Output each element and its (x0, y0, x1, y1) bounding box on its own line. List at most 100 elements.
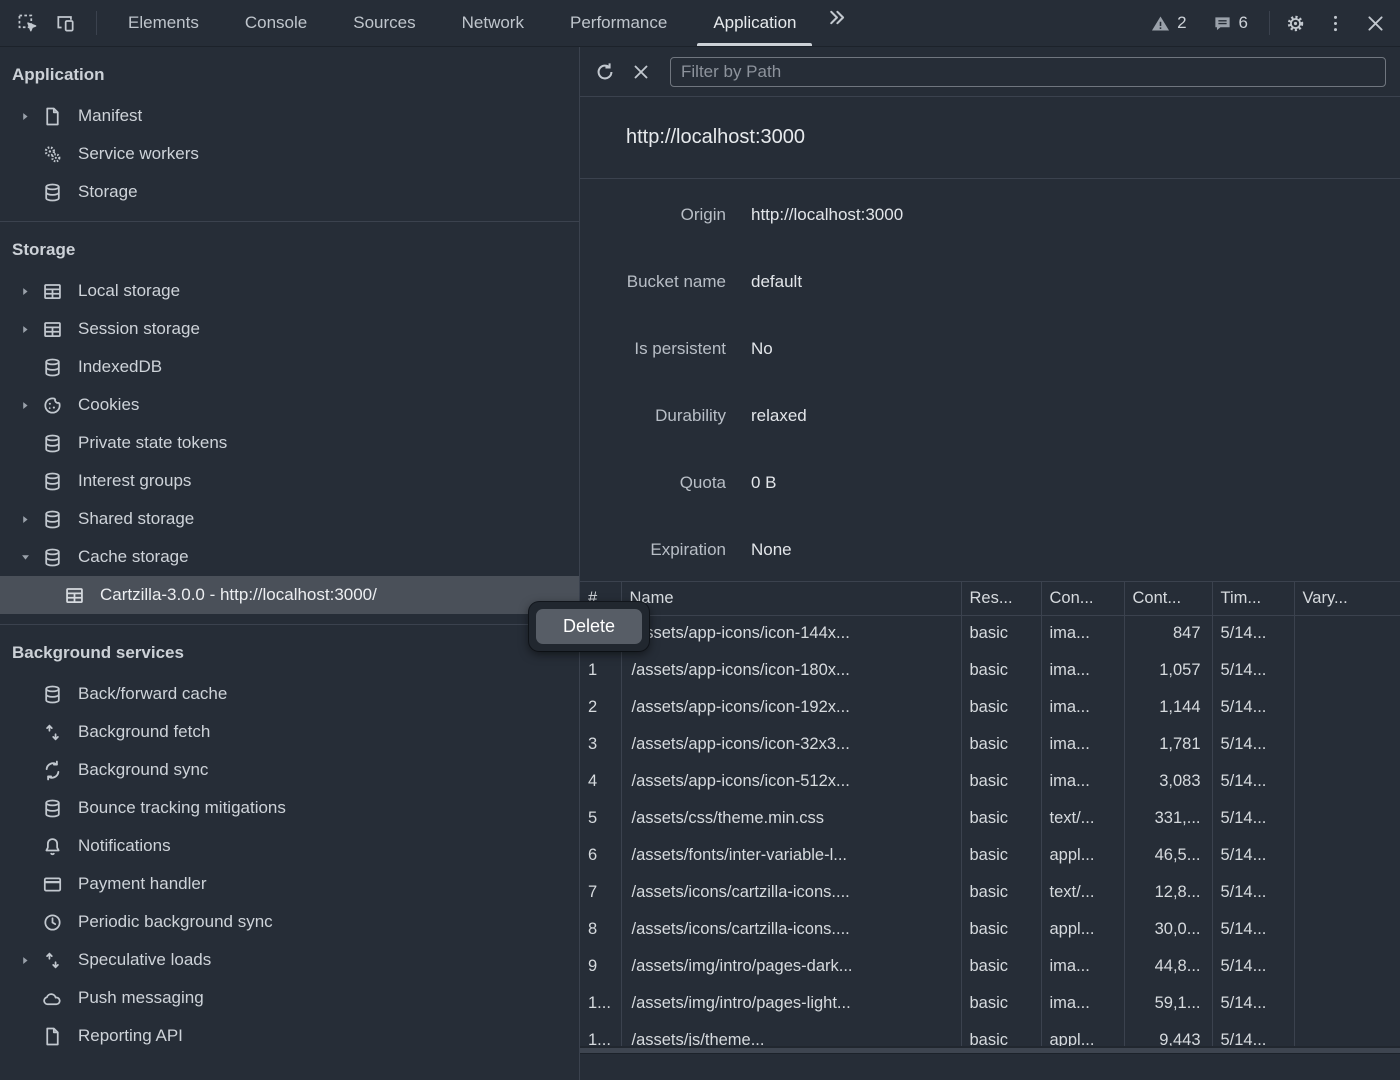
chevron-right-icon[interactable] (20, 310, 42, 348)
cell-num: 3 (580, 726, 621, 763)
chevron-right-icon[interactable] (20, 500, 42, 538)
sidebar-item-service-workers[interactable]: Service workers (0, 135, 579, 173)
cache-entry-row[interactable]: 1/assets/app-icons/icon-180x...basicima.… (580, 652, 1400, 689)
sidebar-item-label: Reporting API (78, 1026, 183, 1046)
cache-entry-row[interactable]: 7/assets/icons/cartzilla-icons....basict… (580, 874, 1400, 911)
cache-entry-row[interactable]: 9/assets/img/intro/pages-dark...basicima… (580, 948, 1400, 985)
column-header-cont[interactable]: Cont... (1124, 582, 1212, 615)
origin-title: http://localhost:3000 (580, 126, 805, 149)
cell-name: /assets/js/theme... (621, 1022, 961, 1046)
sidebar-item-storage[interactable]: Storage (0, 173, 579, 211)
cache-entry-row[interactable]: 4/assets/app-icons/icon-512x...basicima.… (580, 763, 1400, 800)
clock-icon (42, 912, 63, 933)
sidebar-item-periodic-background-sync[interactable]: Periodic background sync (0, 903, 579, 941)
sidebar-item-speculative-loads[interactable]: Speculative loads (0, 941, 579, 979)
cache-entry-row[interactable]: 1.../assets/js/theme...basicappl...9,443… (580, 1022, 1400, 1046)
sidebar-item-background-sync[interactable]: Background sync (0, 751, 579, 789)
sidebar-item-cartzilla-3-0-0-http-localhost-3000[interactable]: Cartzilla-3.0.0 - http://localhost:3000/ (0, 576, 579, 614)
cell-time: 5/14... (1212, 911, 1294, 948)
inspect-element-button[interactable] (10, 6, 44, 40)
arrow-spacer (20, 751, 42, 789)
column-header-res[interactable]: Res... (961, 582, 1041, 615)
meta-label: Quota (580, 473, 726, 493)
cell-num: 1 (580, 652, 621, 689)
cache-entry-row[interactable]: 5/assets/css/theme.min.cssbasictext/...3… (580, 800, 1400, 837)
chevron-down-icon[interactable] (20, 538, 42, 576)
sidebar-item-payment-handler[interactable]: Payment handler (0, 865, 579, 903)
sidebar-item-local-storage[interactable]: Local storage (0, 272, 579, 310)
refresh-caches-button[interactable] (588, 55, 622, 89)
meta-label: Is persistent (580, 339, 726, 359)
sidebar-item-bounce-tracking-mitigations[interactable]: Bounce tracking mitigations (0, 789, 579, 827)
filter-by-path-input[interactable] (670, 57, 1386, 87)
sidebar-item-label: Local storage (78, 281, 180, 301)
column-header-vary[interactable]: Vary... (1294, 582, 1400, 615)
cache-entry-row[interactable]: 1.../assets/img/intro/pages-light...basi… (580, 985, 1400, 1022)
tab-sources[interactable]: Sources (330, 0, 438, 46)
cell-name: /assets/app-icons/icon-512x... (621, 763, 961, 800)
sidebar-item-reporting-api[interactable]: Reporting API (0, 1017, 579, 1055)
tab-elements[interactable]: Elements (105, 0, 222, 46)
tab-performance[interactable]: Performance (547, 0, 690, 46)
meta-label: Origin (580, 205, 726, 225)
sidebar-item-back-forward-cache[interactable]: Back/forward cache (0, 675, 579, 713)
more-tabs-button[interactable] (819, 0, 853, 34)
meta-value: default (751, 272, 802, 292)
sidebar-item-shared-storage[interactable]: Shared storage (0, 500, 579, 538)
sidebar-item-private-state-tokens[interactable]: Private state tokens (0, 424, 579, 462)
refresh-icon (594, 61, 616, 83)
column-header-name[interactable]: Name (621, 582, 961, 615)
sidebar-item-interest-groups[interactable]: Interest groups (0, 462, 579, 500)
sidebar-item-label: Bounce tracking mitigations (78, 798, 286, 818)
sidebar-item-push-messaging[interactable]: Push messaging (0, 979, 579, 1017)
warnings-badge[interactable]: 2 (1151, 13, 1186, 33)
sidebar-item-cookies[interactable]: Cookies (0, 386, 579, 424)
chevron-right-icon[interactable] (20, 97, 42, 135)
meta-row-origin: Originhttp://localhost:3000 (580, 181, 1400, 248)
cache-entry-row[interactable]: 6/assets/fonts/inter-variable-l...basica… (580, 837, 1400, 874)
cache-entry-row[interactable]: 8/assets/icons/cartzilla-icons....basica… (580, 911, 1400, 948)
cache-entry-row[interactable]: 0/assets/app-icons/icon-144x...basicima.… (580, 615, 1400, 652)
chevron-right-icon[interactable] (20, 272, 42, 310)
cell-name: /assets/app-icons/icon-144x... (621, 615, 961, 652)
cell-name: /assets/icons/cartzilla-icons.... (621, 874, 961, 911)
cell-con: ima... (1041, 615, 1124, 652)
delete-selected-button[interactable] (624, 55, 658, 89)
context-menu: Delete (529, 602, 649, 651)
customize-devtools-button[interactable] (1318, 6, 1352, 40)
column-header-con[interactable]: Con... (1041, 582, 1124, 615)
meta-row-is-persistent: Is persistentNo (580, 315, 1400, 382)
sidebar-item-indexeddb[interactable]: IndexedDB (0, 348, 579, 386)
cell-len: 1,057 (1124, 652, 1212, 689)
cell-res: basic (961, 911, 1041, 948)
close-devtools-button[interactable] (1358, 6, 1392, 40)
meta-row-quota: Quota0 B (580, 449, 1400, 516)
sidebar-item-label: Speculative loads (78, 950, 211, 970)
sidebar-item-cache-storage[interactable]: Cache storage (0, 538, 579, 576)
cell-len: 12,8... (1124, 874, 1212, 911)
chevron-right-icon[interactable] (20, 941, 42, 979)
cell-con: ima... (1041, 948, 1124, 985)
tab-network[interactable]: Network (439, 0, 547, 46)
sidebar-section-storage: StorageLocal storageSession storageIndex… (0, 221, 579, 624)
sidebar-item-label: Storage (78, 182, 138, 202)
horizontal-scrollbar[interactable] (580, 1046, 1400, 1054)
sidebar-item-manifest[interactable]: Manifest (0, 97, 579, 135)
sidebar-item-background-fetch[interactable]: Background fetch (0, 713, 579, 751)
context-menu-delete[interactable]: Delete (536, 609, 642, 644)
cell-num: 9 (580, 948, 621, 985)
chevron-right-icon[interactable] (20, 386, 42, 424)
console-messages-badge[interactable]: 6 (1213, 13, 1248, 33)
sidebar-item-session-storage[interactable]: Session storage (0, 310, 579, 348)
column-header-tim[interactable]: Tim... (1212, 582, 1294, 615)
cell-len: 30,0... (1124, 911, 1212, 948)
cache-entry-row[interactable]: 2/assets/app-icons/icon-192x...basicima.… (580, 689, 1400, 726)
cache-entry-row[interactable]: 3/assets/app-icons/icon-32x3...basicima.… (580, 726, 1400, 763)
tab-application[interactable]: Application (690, 0, 819, 46)
device-toolbar-button[interactable] (48, 6, 82, 40)
cell-name: /assets/fonts/inter-variable-l... (621, 837, 961, 874)
sidebar-item-notifications[interactable]: Notifications (0, 827, 579, 865)
settings-button[interactable] (1278, 6, 1312, 40)
tab-console[interactable]: Console (222, 0, 330, 46)
gear-icon (1285, 13, 1306, 34)
